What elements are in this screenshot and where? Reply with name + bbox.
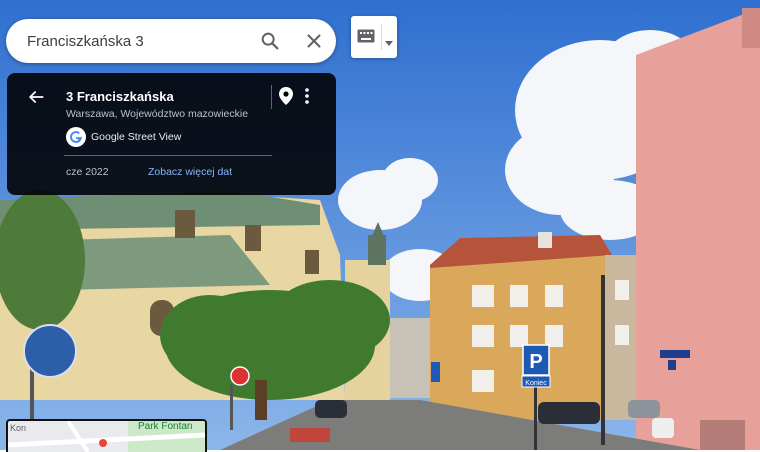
parking-subsign-text: Koniec [525,380,547,387]
back-arrow-icon[interactable] [26,87,46,112]
minimap-park-label: Park Fontan [138,421,193,432]
more-vert-icon[interactable] [304,88,310,109]
street-view-provider: Google Street View [91,131,182,143]
chevron-down-icon[interactable] [385,34,393,52]
search-icon[interactable] [259,30,281,52]
more-dates-link[interactable]: Zobacz więcej dat [148,166,232,178]
street-view-panorama[interactable]: P Koniec [0,0,760,450]
google-logo-icon [66,127,86,152]
minimap-street-label: Kon [10,423,27,433]
location-subtitle: Warszawa, Województwo mazowieckie [66,108,249,120]
map-pin-icon[interactable] [279,87,293,110]
road-sign [23,324,77,378]
search-input[interactable] [25,31,249,51]
keyboard-icon [357,29,375,48]
divider [271,85,272,109]
parking-sign-letter: P [529,351,542,373]
divider [381,24,382,50]
divider [64,155,272,156]
location-title: 3 Franciszkańska [66,89,174,104]
mini-map[interactable]: Kon Park Fontan [6,419,207,452]
input-tools-button[interactable] [351,16,397,58]
close-icon[interactable] [303,30,325,52]
capture-date: cze 2022 [66,166,109,178]
street-name-sign [660,350,690,358]
search-bar [6,19,336,63]
location-info-card: 3 Franciszkańska Warszawa, Województwo m… [7,73,336,195]
pink-building [636,8,760,450]
no-entry-sign [230,366,250,386]
